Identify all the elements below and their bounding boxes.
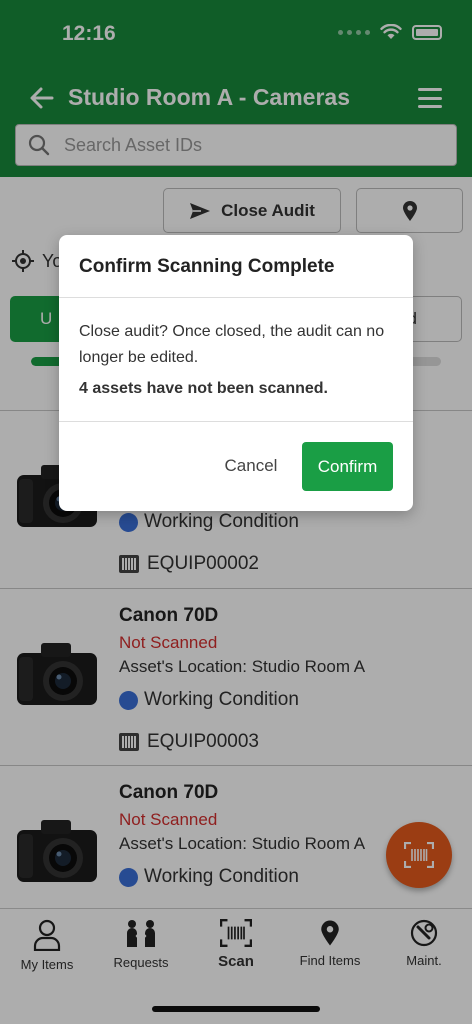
confirm-button[interactable]: Confirm: [302, 442, 393, 491]
modal-backdrop[interactable]: [0, 0, 472, 1024]
dialog-divider: [59, 421, 413, 422]
confirm-dialog: Confirm Scanning Complete Close audit? O…: [59, 235, 413, 511]
dialog-warning: 4 assets have not been scanned.: [79, 380, 328, 397]
cancel-button[interactable]: Cancel: [209, 442, 293, 490]
dialog-divider: [59, 297, 413, 298]
dialog-title: Confirm Scanning Complete: [79, 256, 335, 277]
dialog-message: Close audit? Once closed, the audit can …: [79, 323, 385, 366]
